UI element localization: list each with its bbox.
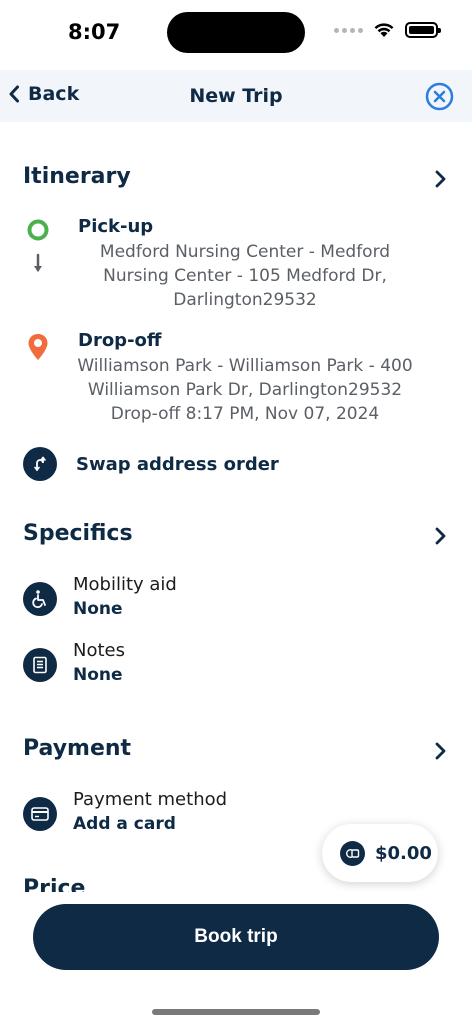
wheelchair-icon — [23, 582, 57, 616]
status-time: 8:07 — [68, 20, 121, 44]
dropoff-address: Williamson Park - Williamson Park - 400 … — [60, 354, 430, 426]
status-icons — [334, 22, 441, 38]
close-icon[interactable] — [425, 82, 454, 111]
mobility-aid-label: Mobility aid — [73, 574, 177, 595]
navigation-bar: Back New Trip — [0, 70, 472, 122]
pickup-address-line: Nursing Center - 105 Medford Dr, — [103, 266, 387, 286]
add-card-link[interactable]: Add a card — [73, 814, 176, 834]
payment-title: Payment — [23, 736, 132, 761]
arrow-down-icon — [34, 253, 42, 272]
mobility-aid-value: None — [73, 599, 123, 619]
cellular-signal-icon — [334, 27, 363, 33]
credit-card-icon — [23, 797, 57, 831]
specifics-header[interactable]: Specifics — [23, 521, 453, 551]
dropoff-address-line: Williamson Park - Williamson Park - 400 — [77, 356, 413, 376]
coins-icon — [340, 840, 365, 866]
itinerary-header[interactable]: Itinerary — [23, 164, 453, 194]
itinerary-title: Itinerary — [23, 164, 131, 189]
mobility-aid-row[interactable]: Mobility aid None — [0, 570, 472, 624]
notes-label: Notes — [73, 640, 125, 661]
dropoff-label: Drop-off — [78, 330, 162, 351]
swap-address-button[interactable]: Swap address order — [23, 447, 283, 483]
pickup-circle-icon — [27, 219, 49, 241]
price-section-title: Price — [23, 876, 86, 892]
price-summary-pill[interactable]: $0.00 — [322, 824, 438, 882]
payment-header[interactable]: Payment — [23, 736, 453, 766]
swap-address-label: Swap address order — [76, 454, 279, 475]
notes-icon — [23, 648, 57, 682]
map-pin-icon — [28, 334, 48, 360]
pickup-address: Medford Nursing Center - Medford Nursing… — [60, 240, 430, 312]
trip-form-content[interactable]: Itinerary Pick-up Medford Nursing Center… — [0, 122, 472, 892]
pickup-address-line: Medford Nursing Center - Medford — [99, 242, 391, 262]
pickup-label: Pick-up — [78, 216, 154, 237]
page-title: New Trip — [189, 85, 283, 107]
notes-value: None — [73, 665, 123, 685]
payment-method-label: Payment method — [73, 789, 228, 810]
wifi-icon — [374, 23, 394, 37]
dynamic-island — [167, 12, 305, 53]
specifics-title: Specifics — [23, 521, 133, 546]
payment-method-row[interactable]: Payment method Add a card — [0, 785, 300, 839]
pickup-address-line: Darlington29532 — [173, 290, 317, 310]
price-amount: $0.00 — [375, 842, 432, 864]
battery-icon — [405, 22, 441, 38]
chevron-right-icon — [435, 527, 446, 545]
dropoff-time: Drop-off 8:17 PM, Nov 07, 2024 — [110, 404, 380, 424]
home-indicator — [152, 1009, 320, 1015]
book-trip-button[interactable]: Book trip — [33, 904, 439, 970]
dropoff-address-line: Williamson Park Dr, Darlington29532 — [87, 380, 403, 400]
swap-icon — [23, 447, 57, 481]
notes-row[interactable]: Notes None — [0, 636, 472, 690]
chevron-right-icon — [435, 170, 446, 188]
status-bar: 8:07 — [0, 0, 472, 70]
chevron-right-icon — [435, 742, 446, 760]
